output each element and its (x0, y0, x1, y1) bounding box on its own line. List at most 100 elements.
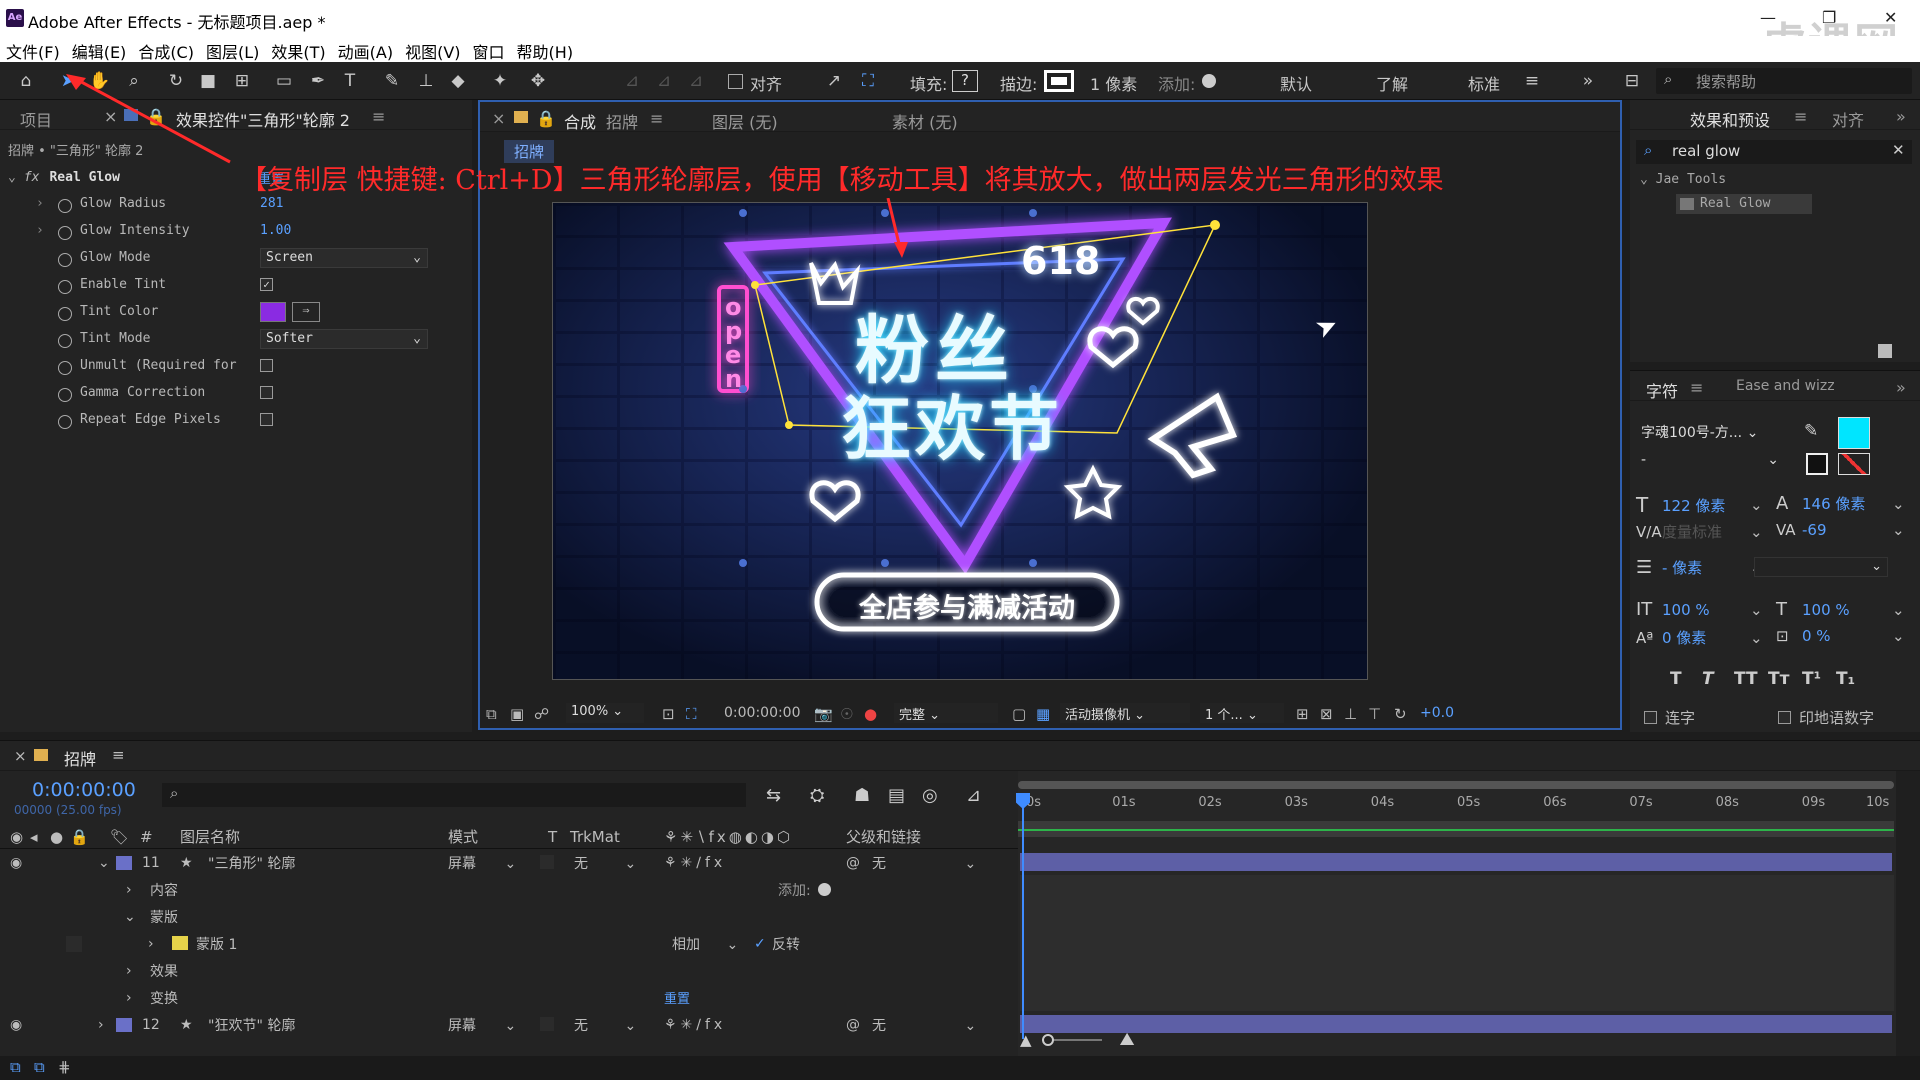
chevron-down-icon[interactable]: ⌄ (1892, 495, 1905, 513)
expand-icon[interactable]: › (36, 223, 58, 238)
tab-ease-and-wizz[interactable]: Ease and wizz (1736, 378, 1835, 394)
safe-area-icon[interactable]: ⛶ (686, 705, 697, 723)
layer-switches[interactable]: ⚘✳∕fx (664, 1017, 726, 1033)
add-icon[interactable] (818, 883, 831, 896)
roto-brush-tool-icon[interactable]: ✦ (488, 70, 512, 92)
mask-mode-dropdown[interactable]: 相加 ⌄ (672, 934, 738, 954)
layer-12-duration-bar[interactable] (1020, 1015, 1892, 1033)
always-preview-icon[interactable]: ⧉ (486, 705, 497, 723)
tsume-value[interactable]: 0 % (1802, 627, 1892, 645)
vertical-scale-value[interactable]: 100 % (1662, 601, 1750, 619)
menu-window[interactable]: 窗口 (467, 36, 511, 63)
time-ruler[interactable]: 0s 01s 02s 03s 04s 05s 06s 07s 08s 09s 10s (1018, 793, 1894, 819)
lock-icon[interactable]: 🔒 (70, 828, 89, 846)
tab-composition[interactable]: 招牌 (606, 109, 638, 133)
eraser-tool-icon[interactable]: ◆ (446, 70, 470, 92)
stroke-color-swatch[interactable] (1838, 453, 1870, 475)
panel-menu-icon[interactable]: ≡ (1794, 107, 1807, 126)
tab-effects-presets[interactable]: 效果和预设 (1690, 107, 1770, 131)
close-tab-icon[interactable]: × (14, 747, 27, 765)
stroke-width-value[interactable]: - 像素 (1662, 557, 1750, 578)
local-axis-icon[interactable]: ⊿ (620, 70, 644, 92)
more-workspaces-icon[interactable]: » (1576, 70, 1600, 92)
stroke-order-dropdown[interactable]: ⌄ (1754, 557, 1888, 577)
fx-icon[interactable]: fx (24, 170, 40, 185)
switches-panel-icon[interactable]: ⧉ (34, 1058, 45, 1076)
layer-row-11[interactable]: ◉ ⌄ 11 ★ "三角形" 轮廓 屏幕 ⌄ 无 ⌄ ⚘✳∕fx @ 无 ⌄ (0, 849, 1018, 876)
chevron-down-icon[interactable]: ⌄ (1750, 601, 1763, 619)
timeline-comp-tab[interactable]: 招牌 (64, 746, 96, 770)
workspace-default[interactable]: 默认 (1280, 71, 1312, 95)
playhead-line[interactable] (1022, 793, 1024, 1039)
stopwatch-icon[interactable] (58, 252, 72, 267)
fill-swatch[interactable]: ? (952, 70, 978, 92)
effects-group-row[interactable]: ⌄ Jae Tools (1640, 172, 1726, 187)
preserve-transparency-box[interactable] (540, 855, 554, 869)
text-tool-icon[interactable]: T (338, 70, 362, 92)
parent-pickwhip-icon[interactable]: @ (846, 1017, 860, 1033)
brush-tool-icon[interactable]: ✎ (380, 70, 404, 92)
tint-mode-dropdown[interactable]: Softer ⌄ (260, 328, 428, 349)
monitor-icon[interactable]: ▣ (510, 705, 524, 723)
stopwatch-icon[interactable] (58, 306, 72, 321)
gamma-correction-checkbox[interactable] (260, 386, 273, 399)
workspace-menu-icon[interactable]: ≡ (1520, 70, 1544, 92)
shy-layers-icon[interactable]: ☗ (854, 785, 888, 806)
zoom-slider-knob[interactable] (1041, 1033, 1054, 1046)
exposure-value[interactable]: +0.0 (1420, 705, 1454, 721)
transform-reset-link[interactable]: 重置 (664, 988, 690, 1007)
invert-checkbox[interactable]: ✓ (754, 936, 766, 952)
video-toggle-icon[interactable]: ◉ (10, 828, 23, 846)
repeat-edge-pixels-checkbox[interactable] (260, 413, 273, 426)
help-search-box[interactable]: ⌕ 搜索帮助 (1656, 68, 1912, 94)
expand-icon[interactable]: › (126, 963, 132, 979)
panel-menu-icon[interactable]: ≡ (372, 107, 385, 126)
layer-mode-dropdown[interactable]: 屏幕 ⌄ (448, 853, 532, 873)
menu-layer[interactable]: 图层(L) (200, 36, 265, 63)
layer-switches[interactable]: ⚘✳∕fx (664, 855, 726, 871)
all-caps-button[interactable]: TT (1734, 669, 1768, 689)
zoom-in-icon[interactable]: ⛰ (1120, 1029, 1135, 1050)
layer-name[interactable]: "三角形" 轮廓 (208, 853, 295, 873)
panel-menu-icon[interactable]: ≡ (650, 109, 663, 128)
contents-row[interactable]: › 内容 添加: (0, 876, 1018, 903)
faux-italic-button[interactable]: T (1702, 669, 1734, 689)
transparency-grid-icon[interactable]: ▦ (1036, 705, 1050, 723)
mask-visibility-box[interactable] (66, 936, 82, 952)
fit-icon[interactable]: ⊡ (662, 705, 675, 723)
align-checkbox[interactable] (728, 74, 743, 89)
masks-row[interactable]: ⌄ 蒙版 (0, 903, 1018, 930)
faux-bold-button[interactable]: T (1670, 669, 1702, 689)
stopwatch-icon[interactable] (58, 198, 72, 213)
parent-pickwhip-icon[interactable]: @ (846, 855, 860, 871)
subscript-button[interactable]: T₁ (1836, 669, 1870, 689)
chevron-down-icon[interactable]: ⌄ (98, 855, 110, 871)
channels-icon[interactable]: ● (864, 705, 877, 723)
camera-dropdown[interactable]: 活动摄像机 ⌄ (1060, 703, 1190, 723)
layer-row-12[interactable]: ◉ › 12 ★ "狂欢节" 轮廓 屏幕 ⌄ 无 ⌄ ⚘✳∕fx @ 无 ⌄ (0, 1011, 1018, 1038)
leading-value[interactable]: 146 像素 (1802, 493, 1892, 514)
expand-icon[interactable]: › (126, 990, 132, 1006)
mask-visibility-icon[interactable]: ☍ (534, 705, 549, 723)
world-axis-icon[interactable]: ⊿ (652, 70, 676, 92)
zoom-dropdown[interactable]: 100% ⌄ (566, 703, 644, 723)
ligatures-checkbox[interactable] (1644, 711, 1657, 724)
close-tab-icon[interactable]: × (492, 109, 505, 128)
black-white-swatch[interactable] (1806, 453, 1828, 475)
timeline-icon[interactable]: ⊥ (1344, 705, 1357, 723)
enable-tint-checkbox[interactable]: ✓ (260, 278, 273, 291)
clone-stamp-tool-icon[interactable]: ⊥ (414, 70, 438, 92)
stopwatch-icon[interactable] (58, 360, 72, 375)
tab-character[interactable]: 字符 (1646, 378, 1678, 402)
layer-name[interactable]: "狂欢节" 轮廓 (208, 1015, 295, 1035)
solo-toggle-icon[interactable]: ● (50, 828, 63, 846)
layer-label-color[interactable] (116, 855, 132, 870)
stopwatch-icon[interactable] (58, 279, 72, 294)
effect-item-real-glow[interactable]: Real Glow (1676, 194, 1812, 214)
add-icon[interactable] (1202, 74, 1216, 88)
kerning-value[interactable]: 度量标准 (1662, 521, 1750, 542)
modes-panel-icon[interactable]: ⋕ (58, 1058, 71, 1076)
effects-search-box[interactable]: ⌕ real glow ✕ (1636, 140, 1912, 164)
tab-layer[interactable]: 图层 (无) (712, 109, 778, 133)
unmult-checkbox[interactable] (260, 359, 273, 372)
